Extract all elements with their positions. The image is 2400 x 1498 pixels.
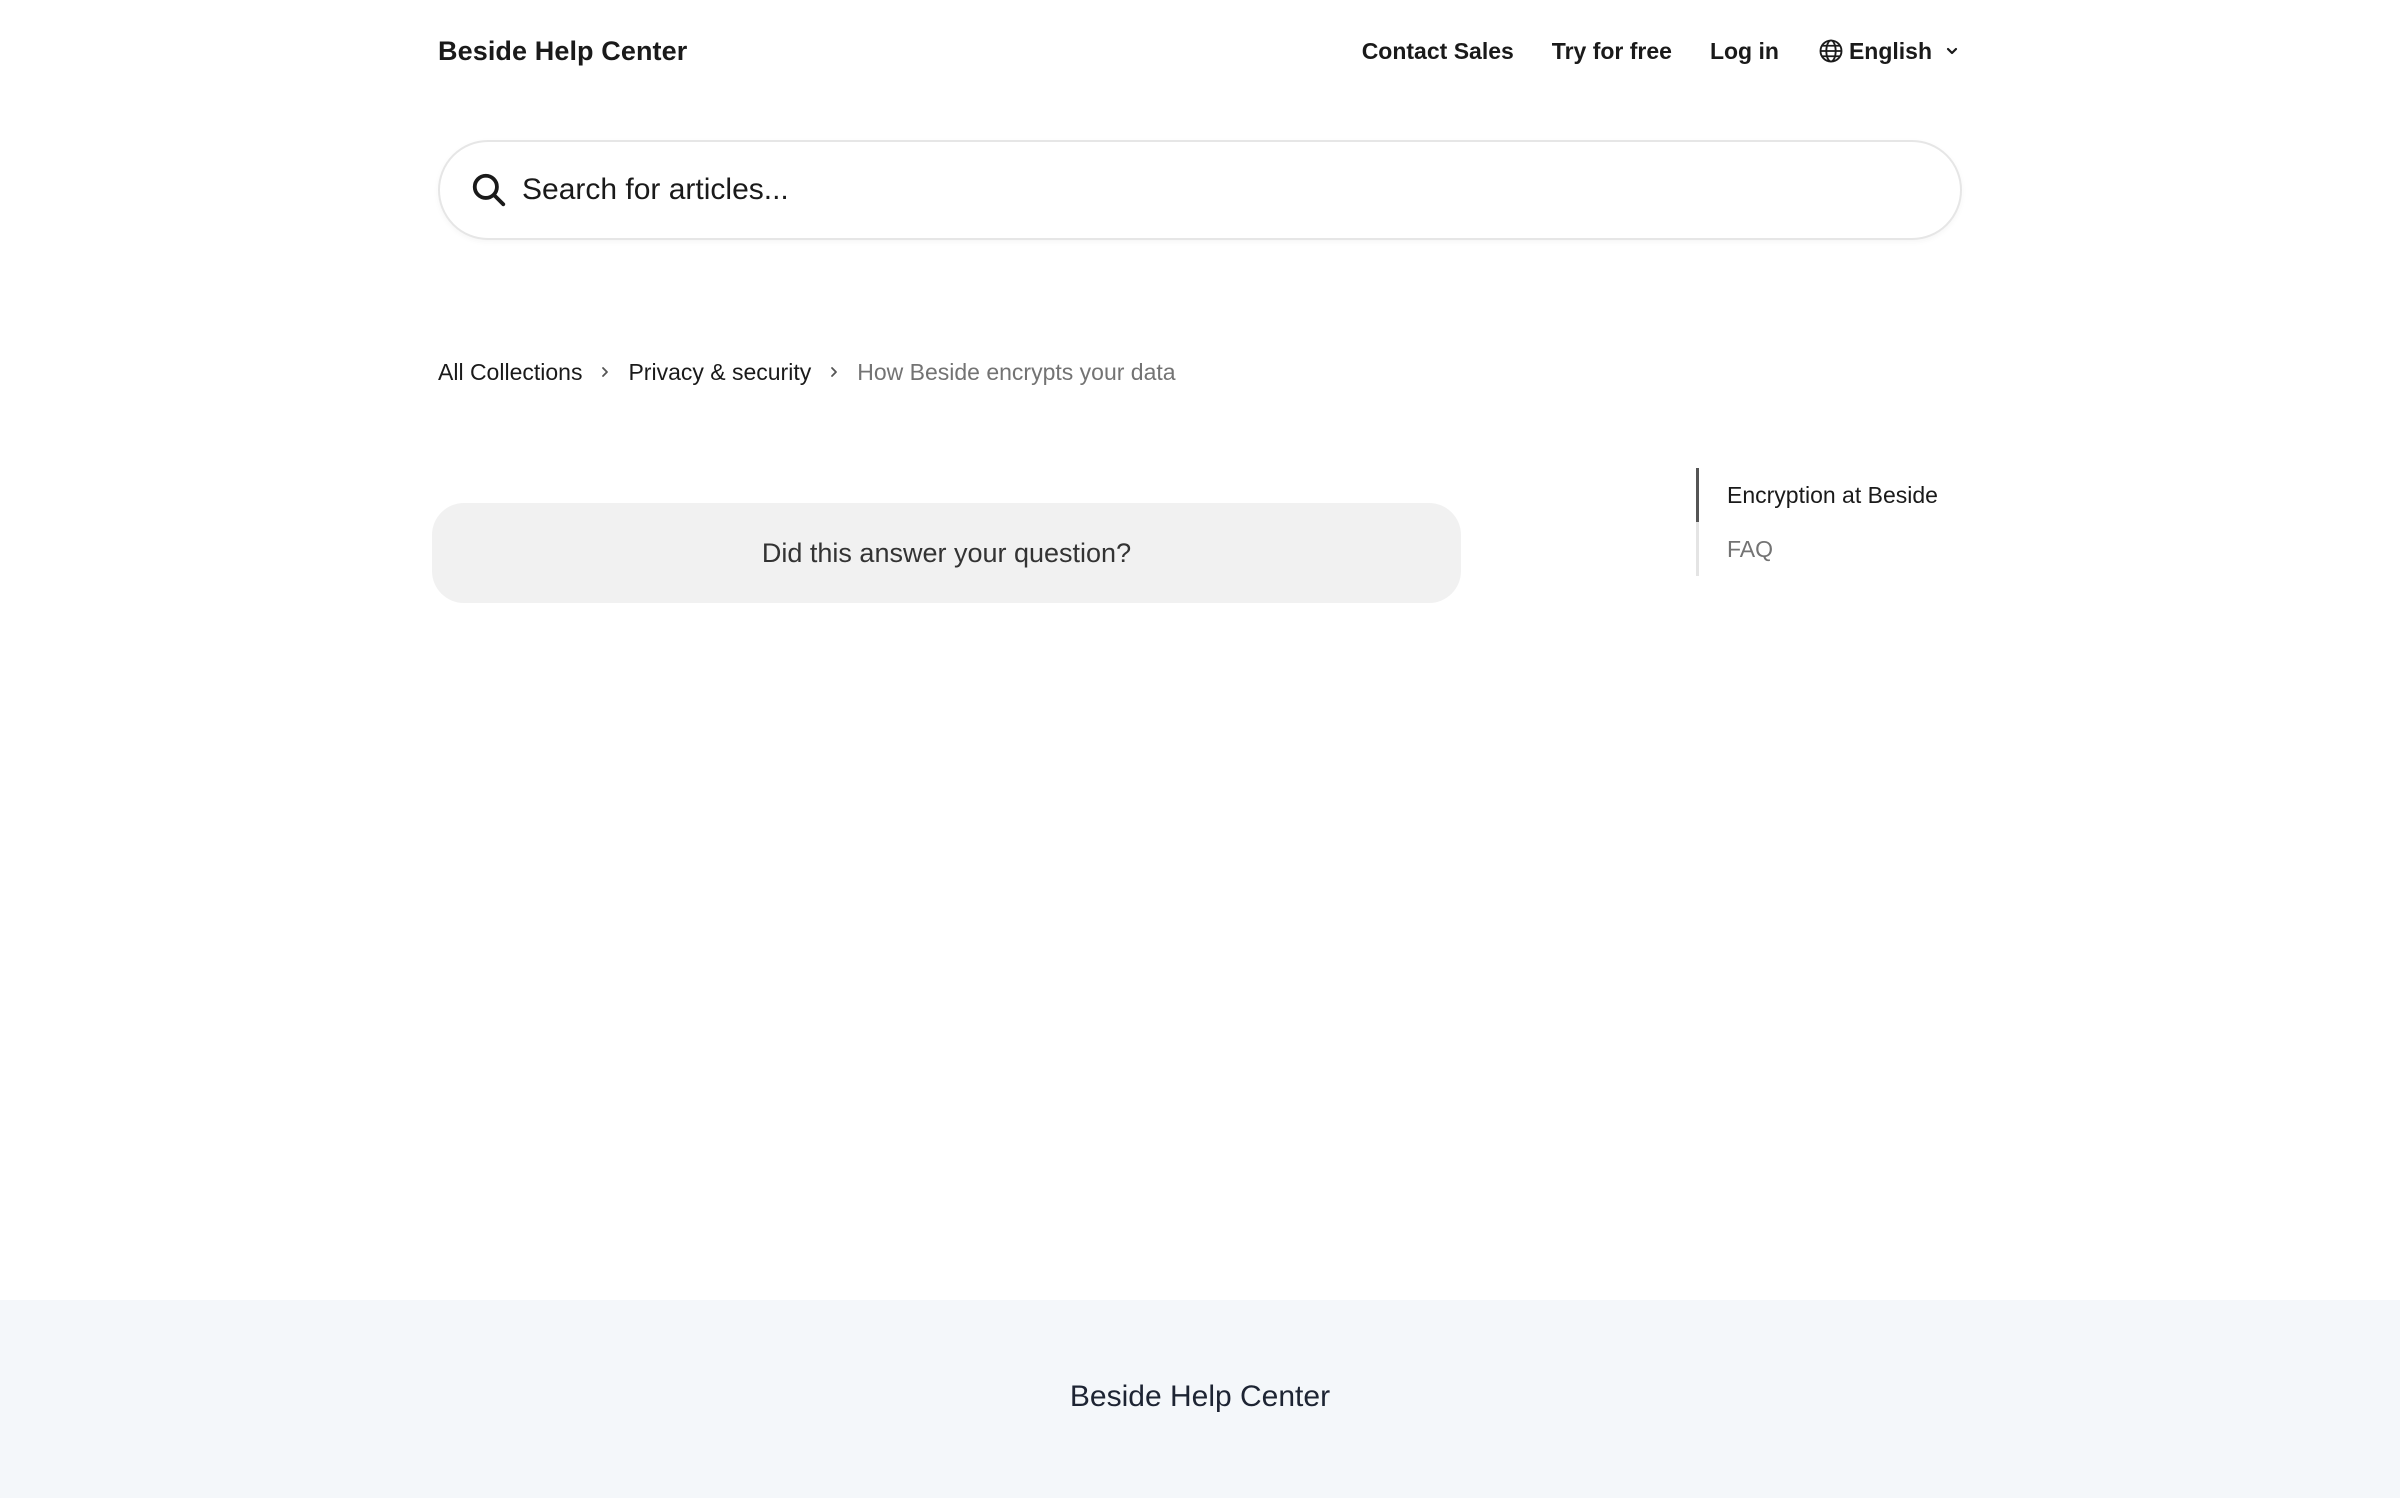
- help-center-page: Beside Help Center Contact Sales Try for…: [0, 0, 2400, 1498]
- try-for-free-link[interactable]: Try for free: [1552, 38, 1672, 65]
- toc-item-encryption-at-beside[interactable]: Encryption at Beside: [1696, 468, 1976, 522]
- table-of-contents: Encryption at Beside FAQ: [1696, 468, 1976, 576]
- feedback-question: Did this answer your question?: [761, 537, 1132, 568]
- article-feedback-box: Did this answer your question?: [432, 503, 1461, 603]
- search-input[interactable]: [522, 173, 1902, 207]
- breadcrumb-privacy-security[interactable]: Privacy & security: [628, 359, 811, 386]
- search-icon: [470, 171, 508, 209]
- chevron-right-icon: [597, 364, 613, 380]
- language-selector[interactable]: English: [1817, 37, 1962, 65]
- site-footer: Beside Help Center: [0, 1300, 2400, 1498]
- chevron-right-icon: [826, 364, 842, 380]
- footer-brand[interactable]: Beside Help Center: [0, 1380, 2400, 1414]
- globe-icon: [1817, 37, 1845, 65]
- chevron-down-icon: [1942, 41, 1962, 61]
- brand-logo-text[interactable]: Beside Help Center: [438, 36, 687, 67]
- toc-item-label: FAQ: [1727, 535, 1774, 562]
- breadcrumb-current-article: How Beside encrypts your data: [857, 358, 1176, 385]
- toc-item-label: Encryption at Beside: [1727, 481, 1938, 508]
- top-nav: Contact Sales Try for free Log in Englis…: [1324, 37, 1962, 65]
- toc-item-faq[interactable]: FAQ: [1696, 522, 1976, 576]
- language-label: English: [1848, 37, 1932, 64]
- contact-sales-link[interactable]: Contact Sales: [1362, 38, 1514, 65]
- breadcrumb-all-collections[interactable]: All Collections: [438, 359, 582, 386]
- search-bar[interactable]: [438, 140, 1962, 240]
- site-header: Beside Help Center Contact Sales Try for…: [438, 22, 1962, 80]
- log-in-link[interactable]: Log in: [1710, 38, 1779, 65]
- breadcrumb: All Collections Privacy & security How B…: [438, 356, 1176, 388]
